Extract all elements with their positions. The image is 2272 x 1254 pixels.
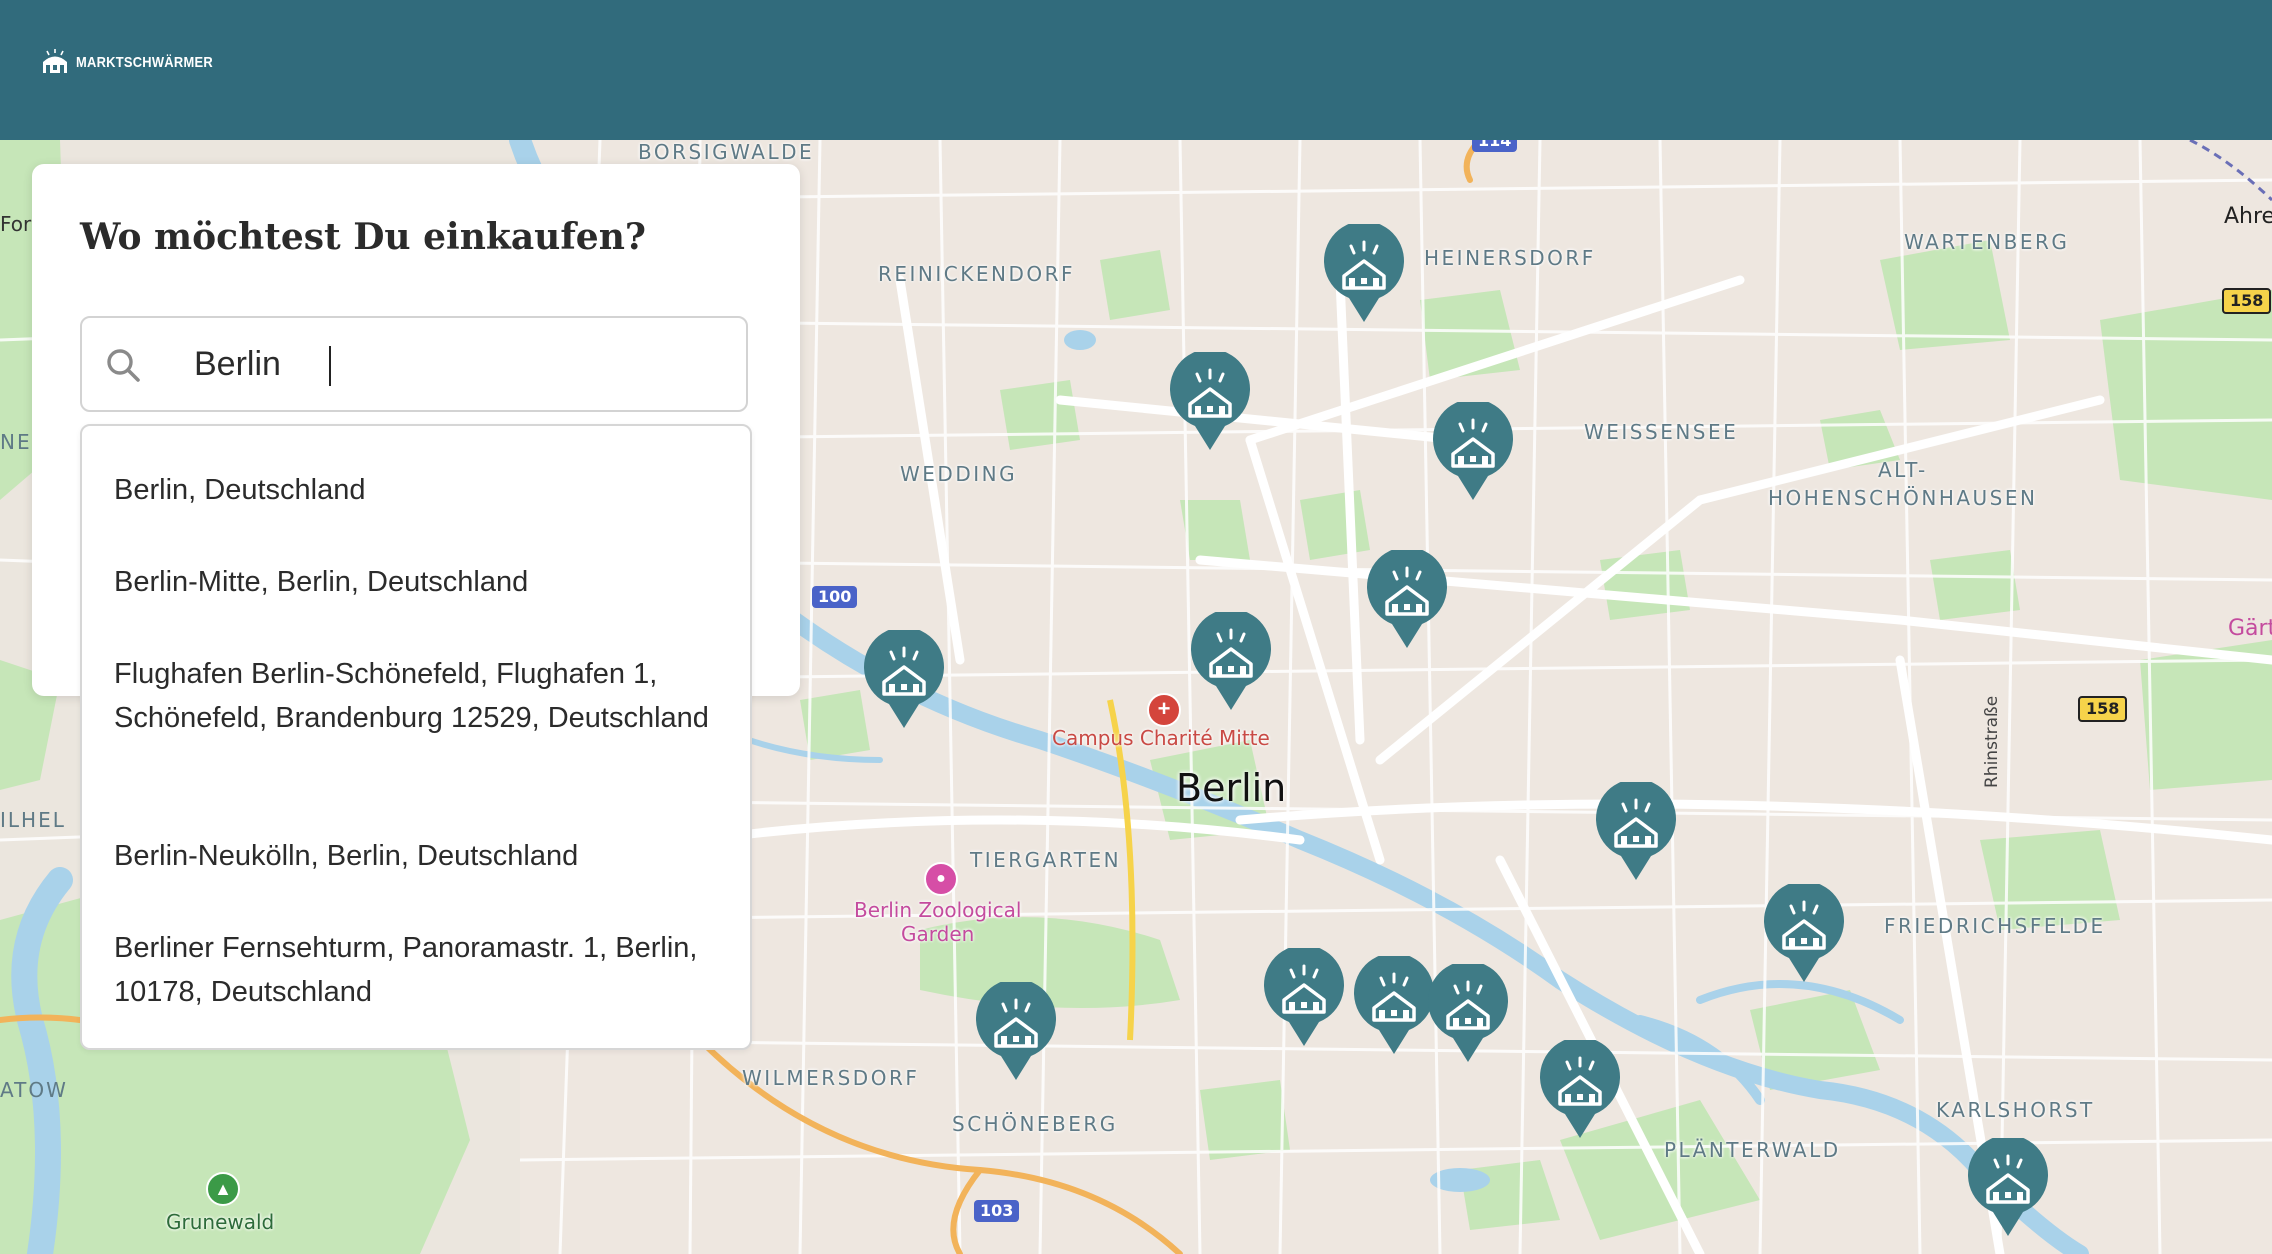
market-marker[interactable] xyxy=(862,630,946,730)
suggestion-item[interactable]: Berliner Fernsehturm, Panoramastr. 1, Be… xyxy=(114,926,724,1014)
market-marker[interactable] xyxy=(1431,402,1515,502)
market-marker[interactable] xyxy=(1365,550,1449,650)
road-badge-100: 100 xyxy=(812,586,858,608)
marktschwaermer-logo[interactable]: MARKTSCHWÄRMER xyxy=(40,44,235,80)
poi-label-grunewald[interactable]: Grunewald xyxy=(166,1210,274,1234)
edge-label-ne: NE xyxy=(0,430,32,454)
district-label-heinersdorf: HEINERSDORF xyxy=(1424,246,1596,270)
market-pin-icon xyxy=(1170,352,1250,450)
district-label-plaenterwald: PLÄNTERWALD xyxy=(1664,1138,1841,1162)
street-label-rhinstrasse: Rhinstraße xyxy=(1982,695,2002,788)
edge-label-ilhel: ILHEL xyxy=(0,808,66,832)
edge-label-ahre: Ahre xyxy=(2224,204,2272,229)
suggestion-item[interactable]: Berlin-Mitte, Berlin, Deutschland xyxy=(114,560,724,604)
edge-label-gaert: Gärt xyxy=(2228,616,2272,641)
logo-text: MARKTSCHWÄRMER xyxy=(76,53,213,71)
poi-label-zoo-line2: Garden xyxy=(901,922,975,946)
poi-label-zoo-line1: Berlin Zoological xyxy=(854,898,1022,922)
district-label-wilmersdorf: WILMERSDORF xyxy=(742,1066,920,1090)
market-pin-icon xyxy=(1596,782,1676,880)
district-label-wartenberg: WARTENBERG xyxy=(1904,230,2070,254)
road-badge-103: 103 xyxy=(974,1200,1020,1222)
district-label-karlshorst: KARLSHORST xyxy=(1936,1098,2095,1122)
district-label-reinickendorf: REINICKENDORF xyxy=(878,262,1076,286)
market-pin-icon xyxy=(976,982,1056,1080)
district-label-weissensee: WEISSENSEE xyxy=(1584,420,1739,444)
market-hall-icon xyxy=(43,49,67,73)
market-marker[interactable] xyxy=(1189,612,1273,712)
location-search-box[interactable] xyxy=(80,316,748,412)
district-label-friedrichsfelde: FRIEDRICHSFELDE xyxy=(1884,914,2106,938)
market-pin-icon xyxy=(1968,1138,2048,1236)
district-label-wedding: WEDDING xyxy=(900,462,1018,486)
market-marker[interactable] xyxy=(1322,224,1406,324)
poi-label-charite[interactable]: Campus Charité Mitte xyxy=(1052,726,1270,750)
location-search-input[interactable] xyxy=(194,336,724,392)
suggestion-item[interactable]: Flughafen Berlin-Schönefeld, Flughafen 1… xyxy=(114,652,724,740)
search-panel-title: Wo möchtest Du einkaufen? xyxy=(80,216,646,258)
edge-label-for: For xyxy=(0,212,32,236)
market-marker[interactable] xyxy=(1966,1138,2050,1238)
city-label-berlin: Berlin xyxy=(1176,766,1287,810)
market-pin-icon xyxy=(864,630,944,728)
market-pin-icon xyxy=(1367,550,1447,648)
park-icon[interactable]: ▲ xyxy=(206,1172,240,1206)
district-label-alt: ALT- xyxy=(1878,458,1928,482)
autocomplete-dropdown: Berlin, Deutschland Berlin-Mitte, Berlin… xyxy=(80,424,752,1050)
market-marker[interactable] xyxy=(1426,964,1510,1064)
market-pin-icon xyxy=(1264,948,1344,1046)
market-pin-icon xyxy=(1764,884,1844,982)
road-badge-114: 114 xyxy=(1472,140,1518,152)
text-caret xyxy=(329,346,331,386)
search-icon xyxy=(107,349,140,382)
road-badge-158-mid: 158 xyxy=(2078,696,2128,722)
district-label-schoeneberg: SCHÖNEBERG xyxy=(952,1112,1118,1136)
suggestion-item[interactable]: Berlin-Neukölln, Berlin, Deutschland xyxy=(114,834,724,878)
market-marker[interactable] xyxy=(1538,1040,1622,1140)
market-pin-icon xyxy=(1428,964,1508,1062)
poi-label-zoo[interactable]: Berlin Zoological Garden xyxy=(854,898,1021,946)
market-marker[interactable] xyxy=(1762,884,1846,984)
suggestion-item[interactable]: Berlin, Deutschland xyxy=(114,468,724,512)
market-marker[interactable] xyxy=(1594,782,1678,882)
market-pin-icon xyxy=(1324,224,1404,322)
hospital-icon[interactable]: + xyxy=(1147,693,1181,727)
market-marker[interactable] xyxy=(974,982,1058,1082)
district-label-borsigwalde: BORSIGWALDE xyxy=(638,140,815,164)
zoo-icon[interactable]: ● xyxy=(924,862,958,896)
district-label-hohenschoenhausen: HOHENSCHÖNHAUSEN xyxy=(1768,486,2038,510)
market-marker[interactable] xyxy=(1352,956,1436,1056)
road-badge-158-top: 158 xyxy=(2222,288,2272,314)
district-label-tiergarten: TIERGARTEN xyxy=(970,848,1122,872)
market-pin-icon xyxy=(1191,612,1271,710)
edge-label-atow: ATOW xyxy=(0,1078,68,1102)
market-marker[interactable] xyxy=(1262,948,1346,1048)
top-navigation-bar: MARKTSCHWÄRMER xyxy=(0,0,2272,140)
market-pin-icon xyxy=(1354,956,1434,1054)
market-marker[interactable] xyxy=(1168,352,1252,452)
market-pin-icon xyxy=(1433,402,1513,500)
market-pin-icon xyxy=(1540,1040,1620,1138)
